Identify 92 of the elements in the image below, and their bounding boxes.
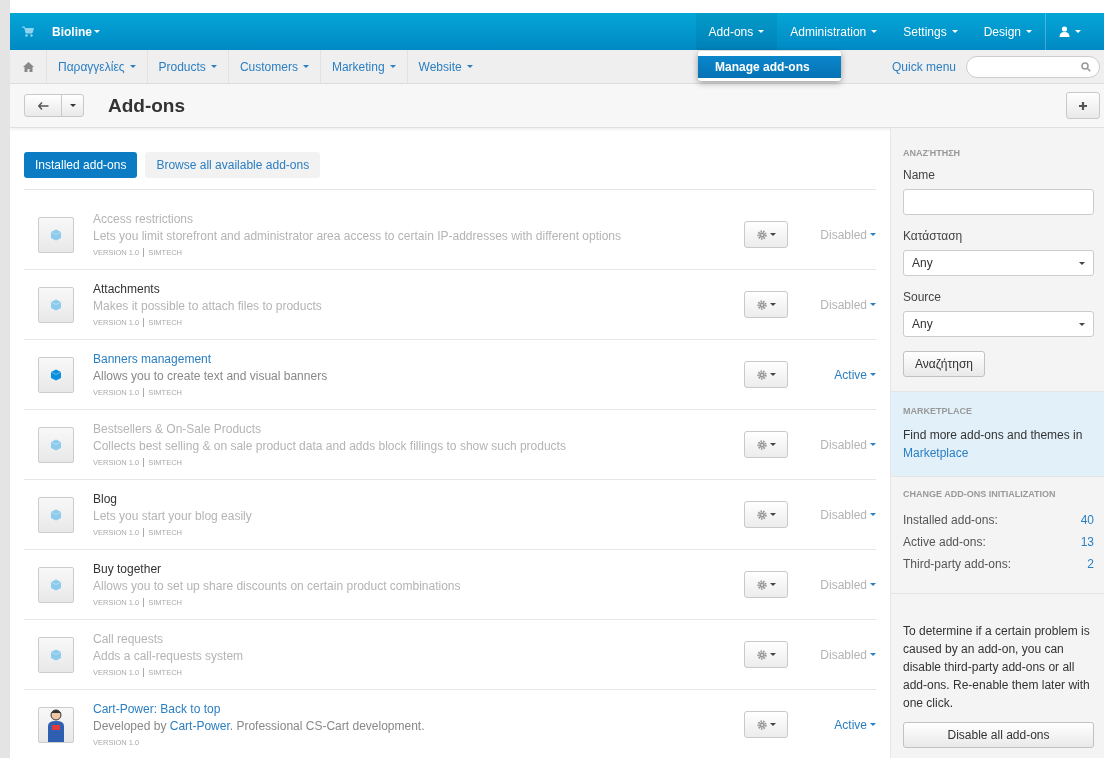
back-arrow-icon	[37, 101, 49, 110]
status-dropdown[interactable]: Disabled	[816, 577, 876, 592]
stat-count[interactable]: 2	[1087, 553, 1094, 575]
top-menu-item[interactable]: Settings	[890, 13, 971, 50]
section-heading: ΑΝΑΖΉΤΗΣΗ	[903, 148, 962, 158]
settings-button[interactable]	[744, 571, 788, 598]
nav-menu-item[interactable]: Παραγγελίες	[46, 50, 147, 83]
marketplace-link[interactable]: Marketplace	[903, 446, 969, 460]
nav-menu-item[interactable]: Products	[146, 50, 228, 83]
field-label: Κατάσταση	[903, 229, 964, 243]
developer-link[interactable]: Cart-Power	[169, 719, 230, 733]
disable-all-button[interactable]: Disable all add-ons	[903, 722, 1094, 748]
cube-icon	[50, 648, 62, 661]
gear-icon	[756, 299, 767, 310]
stat-count[interactable]: 13	[1080, 531, 1094, 553]
status-dropdown[interactable]: Disabled	[816, 227, 876, 242]
cube-icon	[50, 298, 62, 311]
search-icon	[1081, 61, 1091, 72]
gear-icon	[756, 439, 767, 450]
quick-search-field[interactable]	[966, 55, 1100, 78]
gear-icon	[756, 229, 767, 240]
section-heading: MARKETPLACE	[903, 406, 973, 416]
addon-description: Developed by Cart-Power. Professional CS-Cart development.	[93, 719, 426, 733]
settings-button[interactable]	[744, 431, 788, 458]
field-label: Source	[903, 290, 943, 304]
cube-icon	[50, 438, 62, 451]
addon-description: Makes it possible to attach files to products	[93, 299, 323, 313]
cube-icon	[50, 578, 62, 591]
status-select[interactable]: Any	[903, 250, 1094, 276]
stat-label: Active add-ons:	[903, 534, 986, 551]
marketplace-text: Find more add-ons and themes in Marketplace	[903, 427, 1084, 462]
addon-name: Attachments	[93, 282, 161, 296]
cube-icon	[50, 508, 62, 521]
addon-description: Allows you to create text and visual banners	[93, 369, 329, 383]
stat-label: Installed add-ons:	[903, 512, 998, 529]
status-dropdown[interactable]: Disabled	[816, 647, 876, 662]
addon-name[interactable]: Banners management	[93, 352, 744, 366]
nav-menu-item[interactable]: Website	[406, 50, 484, 83]
addon-description: Lets you start your blog easily	[93, 509, 253, 523]
top-menu-item[interactable]: Administration	[777, 13, 891, 50]
quick-menu-link[interactable]: Quick menu	[891, 59, 956, 74]
settings-button[interactable]	[744, 641, 788, 668]
settings-button[interactable]	[744, 711, 788, 738]
add-button[interactable]	[1066, 92, 1100, 119]
addon-description: Lets you limit storefront and administrator area access to certain IP-addresses with different options	[93, 229, 623, 243]
search-button[interactable]: Αναζήτηση	[903, 351, 985, 377]
top-menu-item[interactable]: Design	[970, 13, 1045, 50]
settings-button[interactable]	[744, 221, 788, 248]
addon-name: Buy together	[93, 562, 163, 576]
addon-name: Bestsellers & On-Sale Products	[93, 422, 263, 436]
store-menu[interactable]: Bioline	[52, 24, 100, 39]
home-icon	[22, 61, 34, 72]
stat-count[interactable]: 40	[1080, 509, 1094, 531]
addon-name: Access restrictions	[93, 212, 195, 226]
status-dropdown[interactable]: Disabled	[816, 437, 876, 452]
settings-button[interactable]	[744, 361, 788, 388]
gear-icon	[756, 649, 767, 660]
status-dropdown[interactable]: Disabled	[816, 507, 876, 522]
tab[interactable]: Browse all available add-ons	[145, 152, 321, 178]
cart-icon	[22, 26, 34, 37]
gear-icon	[756, 719, 767, 730]
tab[interactable]: Installed add-ons	[24, 152, 138, 178]
addon-description: Adds a call-requests system	[93, 649, 245, 663]
section-heading: CHANGE ADD-ONS INITIALIZATION	[903, 489, 1057, 499]
nav-menu-item[interactable]: Marketing	[319, 50, 407, 83]
help-text: To determine if a certain problem is caused by an add-on, you can disable third-party add-ons or all add-ons. Re-enable them later with one click.	[903, 623, 1091, 712]
user-icon	[1059, 26, 1070, 37]
field-label: Name	[903, 168, 936, 182]
top-menu-item[interactable]: Add-ons	[695, 13, 778, 50]
addon-description: Allows you to set up share discounts on certain product combinations	[93, 579, 462, 593]
cube-icon	[50, 368, 62, 381]
name-input-field[interactable]	[903, 189, 1094, 215]
status-dropdown[interactable]: Disabled	[816, 297, 876, 312]
source-select[interactable]: Any	[903, 311, 1094, 337]
page-title: Add-ons	[108, 94, 186, 117]
plus-icon	[1078, 100, 1088, 111]
settings-button[interactable]	[744, 501, 788, 528]
cube-icon	[50, 228, 62, 241]
addon-name[interactable]: Cart-Power: Back to top	[93, 702, 744, 716]
person-illustration-icon	[45, 707, 67, 742]
addon-description: Collects best selling & on sale product data and adds block fillings to show such products	[93, 439, 567, 453]
gear-icon	[756, 579, 767, 590]
stat-label: Third-party add-ons:	[903, 556, 1012, 573]
nav-menu-item[interactable]: Customers	[227, 50, 320, 83]
status-dropdown[interactable]: Active	[816, 367, 876, 382]
addon-name: Blog	[93, 492, 119, 506]
addon-name: Call requests	[93, 632, 165, 646]
dropdown-item[interactable]: Manage add-ons	[698, 56, 841, 78]
settings-button[interactable]	[744, 291, 788, 318]
gear-icon	[756, 369, 767, 380]
gear-icon	[756, 509, 767, 520]
status-dropdown[interactable]: Active	[816, 717, 876, 732]
